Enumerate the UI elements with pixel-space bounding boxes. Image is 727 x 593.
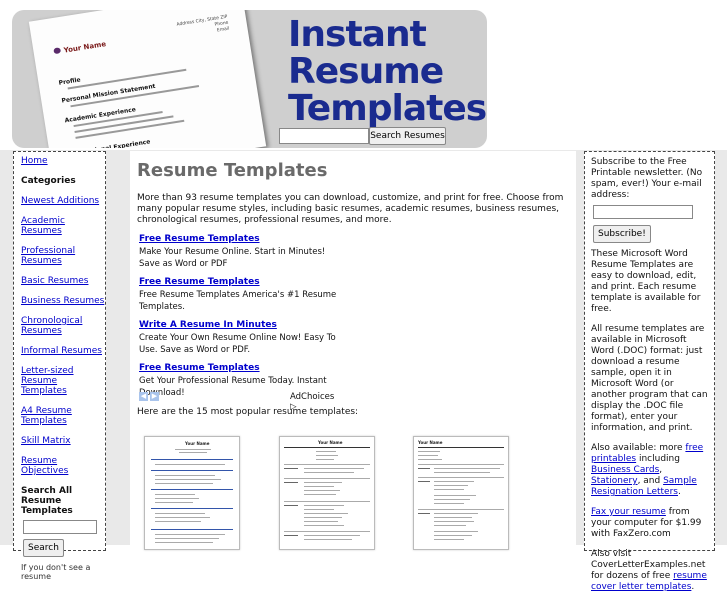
ad-title-link[interactable]: Free Resume Templates (139, 277, 344, 288)
sidebar-item-newest-additions[interactable]: Newest Additions (21, 196, 105, 206)
ad-description: Free Resume Templates America's #1 Resum… (139, 290, 337, 312)
email-field[interactable] (593, 205, 693, 219)
site-logo[interactable]: Instant Resume Templates (288, 16, 487, 127)
sidebar-item-skill-matrix[interactable]: Skill Matrix (21, 436, 105, 446)
resume-thumbnail-3[interactable]: Your Name (413, 436, 509, 550)
ad-navigation: ◀ ▶ AdChoices ▷ (139, 392, 339, 412)
ad-prev-icon[interactable]: ◀ (139, 392, 148, 401)
resume-paper-image: Your Name Address City, State ZIP Phone … (28, 10, 267, 148)
ad-title-link[interactable]: Free Resume Templates (139, 363, 344, 374)
info-paragraph: These Microsoft Word Resume Templates ar… (591, 249, 701, 314)
main-content: Resume Templates More than 93 resume tem… (130, 151, 576, 550)
sidebar-item-chronological-resumes[interactable]: Chronological Resumes (21, 316, 105, 336)
ad-description: Make Your Resume Online. Start in Minute… (139, 247, 326, 269)
header-search-input[interactable] (279, 128, 369, 144)
resume-thumbnail-1[interactable]: Your Name (144, 436, 240, 550)
sidebar-search-input[interactable] (23, 520, 97, 534)
info-paragraph: All resume templates are available in Mi… (591, 324, 708, 433)
subscribe-button[interactable]: Subscribe! (593, 225, 651, 243)
ad-item: Free Resume Templates Make Your Resume O… (139, 234, 344, 270)
sidebar-item-business-resumes[interactable]: Business Resumes (21, 296, 105, 306)
ad-item: Write A Resume In Minutes Create Your Ow… (139, 320, 344, 356)
stationery-link[interactable]: Stationery (591, 476, 638, 486)
paper-section: Professional Experience (70, 138, 151, 148)
sidebar-note: If you don't see a resume (21, 563, 91, 581)
ad-title-link[interactable]: Write A Resume In Minutes (139, 320, 344, 331)
sidebar-search-button[interactable]: Search (23, 539, 64, 557)
search-heading: Search All Resume Templates (21, 486, 73, 516)
also-available-paragraph: Also available: more free printables inc… (591, 443, 704, 497)
left-sidebar: Home Categories Newest Additions Academi… (13, 151, 106, 581)
sidebar-item-a4-templates[interactable]: A4 Resume Templates (21, 406, 105, 426)
page-title: Resume Templates (137, 160, 328, 181)
ad-block: Free Resume Templates Make Your Resume O… (139, 234, 344, 406)
resume-thumbnail-2[interactable]: Your Name (279, 436, 375, 550)
cover-letter-paragraph: Also visit CoverLetterExamples.net for d… (591, 549, 707, 592)
paper-name: Your Name (63, 40, 107, 55)
sidebar-item-informal-resumes[interactable]: Informal Resumes (21, 346, 105, 356)
ad-description: Create Your Own Resume Online Now! Easy … (139, 333, 336, 355)
ad-next-icon[interactable]: ▶ (150, 392, 159, 401)
right-sidebar: Subscribe to the Free Printable newslett… (584, 151, 715, 592)
ad-title-link[interactable]: Free Resume Templates (139, 234, 344, 245)
categories-heading: Categories (21, 176, 76, 186)
business-cards-link[interactable]: Business Cards (591, 465, 659, 475)
sidebar-item-academic-resumes[interactable]: Academic Resumes (21, 216, 105, 236)
search-resumes-button[interactable]: Search Resumes (369, 127, 446, 145)
intro-text: More than 93 resume templates you can do… (137, 193, 564, 225)
paper-address: Address City, State ZIP Phone Email (176, 14, 230, 34)
bullet-graphic (53, 47, 62, 55)
popular-heading: Here are the 15 most popular resume temp… (137, 407, 359, 417)
ad-item: Free Resume Templates Free Resume Templa… (139, 277, 344, 313)
sidebar-item-letter-sized-templates[interactable]: Letter-sized Resume Templates (21, 366, 105, 396)
sidebar-item-professional-resumes[interactable]: Professional Resumes (21, 246, 105, 266)
sidebar-item-resume-objectives[interactable]: Resume Objectives (21, 456, 105, 476)
fax-resume-link[interactable]: Fax your resume (591, 507, 666, 517)
subscribe-text: Subscribe to the Free Printable newslett… (591, 157, 703, 200)
header-banner: Your Name Address City, State ZIP Phone … (12, 10, 487, 148)
sidebar-item-basic-resumes[interactable]: Basic Resumes (21, 276, 105, 286)
sidebar-item-home[interactable]: Home (21, 156, 105, 166)
fax-paragraph: Fax your resume from your computer for $… (591, 507, 702, 539)
